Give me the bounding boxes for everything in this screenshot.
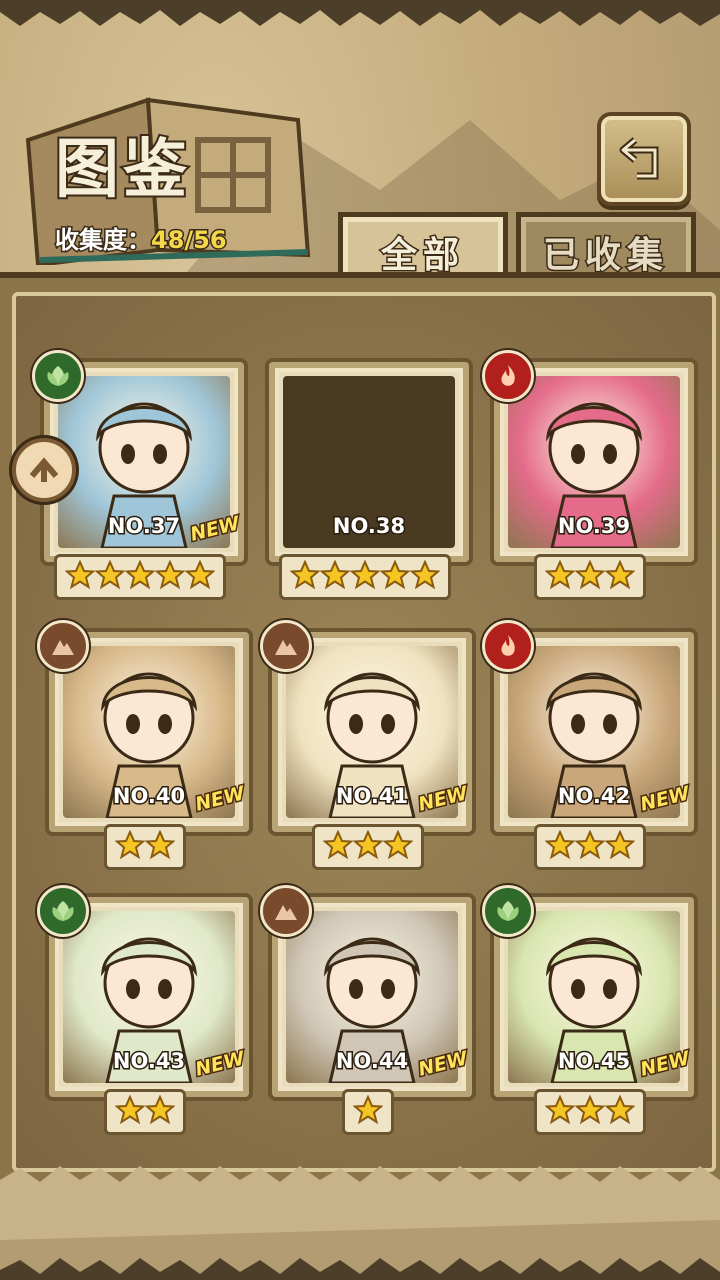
star-icon [352,1094,384,1129]
return-arrow-icon [619,137,659,180]
star-bar [312,824,424,870]
star-bar [279,554,451,600]
collection-value: 48/56 [150,225,229,256]
earth-element-icon [260,620,312,672]
star-bar [534,1089,646,1135]
star-rating [265,554,465,600]
page-title: 图鉴 [53,130,191,209]
fire-element-icon [482,350,534,402]
collection-card[interactable]: NO.43 NEW [37,885,253,1143]
leaf-element-icon [32,350,84,402]
torn-paper-top [0,0,720,26]
star-rating [45,1089,245,1135]
collection-progress: 收集度：48/56 [54,220,229,256]
star-icon [322,829,354,864]
star-bar [104,1089,186,1135]
star-bar [104,824,186,870]
side-arrow-button[interactable] [12,438,76,502]
star-icon [114,1094,146,1129]
star-icon [352,829,384,864]
star-icon [144,829,176,864]
star-icon [289,559,321,594]
return-arrow-icon [29,457,59,482]
star-bar [534,824,646,870]
star-icon [379,559,411,594]
star-icon [544,559,576,594]
star-bar [534,554,646,600]
star-icon [144,1094,176,1129]
star-rating [490,1089,690,1135]
back-button[interactable] [597,112,691,206]
star-icon [574,559,606,594]
fire-element-icon [482,620,534,672]
star-rating [490,824,690,870]
star-icon [94,559,126,594]
star-icon [184,559,216,594]
leaf-element-icon [37,885,89,937]
star-icon [382,829,414,864]
star-icon [154,559,186,594]
star-icon [349,559,381,594]
star-icon [544,1094,576,1129]
collection-label: 收集度： [54,225,153,256]
card-number: NO.39 [556,513,631,540]
torn-paper-bottom [0,1166,720,1280]
star-icon [574,829,606,864]
star-rating [268,1089,468,1135]
star-icon [64,559,96,594]
star-rating [40,554,240,600]
star-rating [45,824,245,870]
card-number: NO.38 [331,513,406,540]
star-icon [574,1094,606,1129]
collection-card[interactable]: NO.38 [265,358,473,608]
earth-element-icon [37,620,89,672]
star-bar [54,554,226,600]
collection-card[interactable]: NO.45 NEW [482,885,698,1143]
star-rating [490,554,690,600]
collection-card[interactable]: NO.40 NEW [37,620,253,878]
star-bar [342,1089,394,1135]
collection-card[interactable]: NO.42 NEW [482,620,698,878]
collection-card[interactable]: NO.39 [482,350,698,608]
leaf-element-icon [482,885,534,937]
star-icon [604,829,636,864]
star-rating [268,824,468,870]
star-icon [319,559,351,594]
star-icon [409,559,441,594]
earth-element-icon [260,885,312,937]
star-icon [544,829,576,864]
collection-card[interactable]: NO.41 NEW [260,620,476,878]
star-icon [604,1094,636,1129]
collection-card[interactable]: NO.44 NEW [260,885,476,1143]
star-icon [124,559,156,594]
card-frame: NO.38 [265,358,473,566]
star-icon [604,559,636,594]
star-icon [114,829,146,864]
